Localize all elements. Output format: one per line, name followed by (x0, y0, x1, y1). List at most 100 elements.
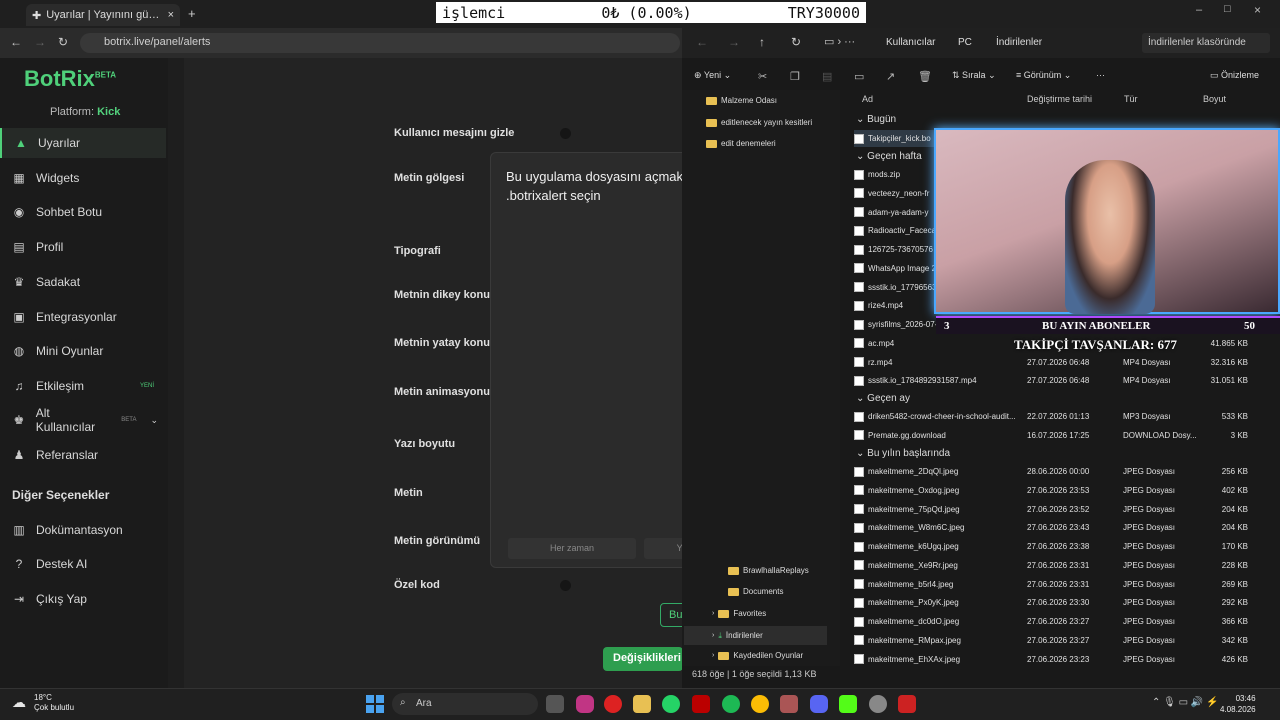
share-icon[interactable]: ↗ (886, 70, 895, 83)
refresh-icon[interactable]: ↻ (791, 35, 801, 49)
group-header[interactable]: ⌄ Geçen hafta (856, 151, 922, 162)
photos-icon[interactable] (780, 695, 798, 713)
file-row[interactable]: makeitmeme_Oxdog.jpeg 27.06.2026 23:53 JPE… (854, 482, 1274, 499)
file-row[interactable]: driken5482-crowd-cheer-in-school-audit..… (854, 408, 1274, 425)
file-row[interactable]: makeitmeme_dc0dO.jpeg 27.06.2026 23:27 JPE… (854, 613, 1274, 630)
app-icon[interactable] (692, 695, 710, 713)
file-row[interactable]: Takipçiler_kick.bo (854, 130, 934, 147)
weather-widget[interactable]: 18°C Çok bulutlu (34, 693, 74, 713)
copy-icon[interactable]: ❐ (790, 70, 800, 83)
task-view-icon[interactable] (546, 695, 564, 713)
sidebar-item-mini-oyunlar[interactable]: ◍ Mini Oyunlar (0, 336, 166, 366)
browser-tab[interactable]: ✚ Uyarılar | Yayınını güçlendirmek × (26, 4, 180, 26)
breadcrumb-item[interactable]: Kullanıcılar (886, 37, 935, 48)
tree-item-selected[interactable]: › ⤓ İndirilenler (684, 626, 827, 645)
tree-item[interactable]: Malzeme Odası (706, 96, 777, 105)
tree-item[interactable]: Documents (728, 587, 783, 596)
file-row[interactable]: makeitmeme_b5rl4.jpeg 27.06.2026 23:31 JPE… (854, 576, 1274, 593)
taskbar-search[interactable]: Ara (392, 693, 538, 715)
explorer-search[interactable]: İndirilenler klasöründe (1142, 33, 1270, 53)
chevron-right-icon[interactable]: › (712, 652, 714, 659)
close-icon[interactable]: × (168, 9, 174, 21)
opera-icon[interactable] (604, 695, 622, 713)
sidebar-item-etkilesim[interactable]: ♫ Etkileşim YENİ (0, 371, 166, 401)
column-header-date[interactable]: Değiştirme tarihi (1027, 94, 1092, 104)
sidebar-item-alt-kullanicilar[interactable]: ♚ Alt Kullanıcılar BETA ⌄ (0, 405, 166, 435)
sidebar-item-cikis[interactable]: ⇥ Çıkış Yap (0, 584, 166, 614)
sidebar-item-profil[interactable]: ▤ Profil (0, 232, 166, 262)
more-icon[interactable]: ··· (1096, 70, 1105, 80)
logo[interactable]: BotRixBETA (24, 66, 116, 92)
close-window-icon[interactable]: × (1254, 3, 1261, 17)
preview-button[interactable]: ▭ Önizleme (1210, 70, 1259, 81)
file-row[interactable]: Premate.gg.download 16.07.2026 17:25 DOWNL… (854, 427, 1274, 444)
view-button[interactable]: ≡ Görünüm ⌄ (1016, 70, 1071, 81)
tray-icons[interactable]: ⌃ 🎙 ▭ 🔊 ⚡ (1152, 697, 1219, 708)
forward-icon[interactable]: → (34, 35, 46, 49)
tree-item[interactable]: › Kaydedilen Oyunlar (712, 651, 803, 660)
group-header[interactable]: ⌄ Bugün (856, 114, 896, 125)
file-row[interactable]: makeitmeme_75pQd.jpeg 27.06.2026 23:52 JPE… (854, 501, 1274, 518)
file-row[interactable]: makeitmeme_Xe9Rr.jpeg 27.06.2026 23:31 JPE… (854, 557, 1274, 574)
instagram-icon[interactable] (576, 695, 594, 713)
clock[interactable]: 03:46 4.08.2026 (1220, 693, 1256, 715)
paste-icon[interactable]: ▤ (822, 70, 832, 83)
sidebar-item-dokumantasyon[interactable]: ▥ Dokümantasyon (0, 515, 166, 545)
file-explorer-icon[interactable] (633, 695, 651, 713)
sidebar-item-chatbot[interactable]: ◉ Sohbet Botu (0, 197, 166, 227)
file-row[interactable]: makeitmeme_RMpax.jpeg 27.06.2026 23:27 JPE… (854, 632, 1274, 649)
breadcrumb-item[interactable]: İndirilenler (996, 37, 1042, 48)
start-icon[interactable] (366, 695, 384, 713)
sidebar-item-referanslar[interactable]: ♟ Referanslar (0, 440, 166, 470)
file-row[interactable]: makeitmeme_W8m6C.jpeg 27.06.2026 23:43 JPE… (854, 519, 1274, 536)
tree-item[interactable]: editlenecek yayın kesitleri (706, 118, 812, 127)
tree-item[interactable]: edit denemeleri (706, 139, 776, 148)
new-tab-icon[interactable]: + (188, 6, 196, 21)
column-header-type[interactable]: Tür (1124, 94, 1138, 104)
back-icon[interactable]: ← (696, 35, 708, 49)
up-icon[interactable]: ↑ (759, 35, 765, 49)
tree-item[interactable]: › Favorites (712, 609, 766, 618)
file-row[interactable]: rz.mp4 27.07.2026 06:48 MP4 Dosyası 32.316 … (854, 354, 1274, 371)
sidebar-item-uyarilar[interactable]: ▲ Uyarılar (0, 128, 166, 158)
maximize-icon[interactable]: □ (1224, 3, 1231, 15)
file-row[interactable]: makeitmeme_EhXAx.jpeg 27.06.2026 23:23 JPE… (854, 651, 1274, 668)
recorder-icon[interactable] (898, 695, 916, 713)
sidebar-item-destek-ai[interactable]: ? Destek AI (0, 549, 166, 579)
file-row[interactable]: ssstik.io_1784892931587.mp4 27.07.2026 06… (854, 372, 1274, 389)
minimize-icon[interactable]: – (1196, 4, 1202, 16)
delete-icon[interactable]: 🗑 (918, 70, 932, 83)
back-icon[interactable]: ← (10, 35, 22, 49)
address-bar[interactable]: botrix.live/panel/alerts (80, 33, 680, 53)
column-header-size[interactable]: Boyut (1203, 94, 1226, 104)
sort-button[interactable]: ⇅ Sırala ⌄ (952, 70, 996, 81)
sidebar-item-sadakat[interactable]: ♛ Sadakat (0, 267, 166, 297)
spotify-icon[interactable] (722, 695, 740, 713)
reload-icon[interactable]: ↻ (58, 35, 68, 49)
chevron-right-icon[interactable]: › (712, 610, 714, 617)
cut-icon[interactable]: ✂ (758, 70, 767, 83)
obs-icon[interactable] (869, 695, 887, 713)
whatsapp-icon[interactable] (662, 695, 680, 713)
save-changes-button[interactable]: Değişiklikleri K (603, 647, 683, 671)
group-header[interactable]: ⌄ Bu yılın başlarında (856, 448, 950, 459)
chevron-down-icon[interactable]: ⌄ (150, 415, 158, 426)
group-header[interactable]: ⌄ Geçen ay (856, 393, 910, 404)
rename-icon[interactable]: ▭ (854, 70, 864, 83)
column-header-name[interactable]: Ad (862, 94, 873, 104)
chrome-icon[interactable] (751, 695, 769, 713)
hide-message-toggle[interactable] (560, 128, 571, 139)
custom-code-toggle[interactable] (560, 580, 571, 591)
file-row[interactable]: makeitmeme_k6Ugq.jpeg 27.06.2026 23:38 JPE… (854, 538, 1274, 555)
sidebar-item-entegrasyonlar[interactable]: ▣ Entegrasyonlar (0, 302, 166, 332)
new-button[interactable]: ⊕ Yeni ⌄ (694, 70, 731, 81)
chevron-right-icon[interactable]: › (712, 632, 714, 639)
always-button[interactable]: Her zaman (508, 538, 636, 559)
kick-icon[interactable] (839, 695, 857, 713)
file-row[interactable]: makeitmeme_Px0yK.jpeg 27.06.2026 23:30 JPE… (854, 594, 1274, 611)
sidebar-item-widgets[interactable]: ▦ Widgets (0, 163, 166, 193)
discord-icon[interactable] (810, 695, 828, 713)
breadcrumb-item[interactable]: PC (958, 37, 972, 48)
file-row[interactable]: makeitmeme_2DqQl.jpeg 28.06.2026 00:00 JPE… (854, 463, 1274, 480)
partial-button[interactable]: Bu (660, 603, 684, 627)
